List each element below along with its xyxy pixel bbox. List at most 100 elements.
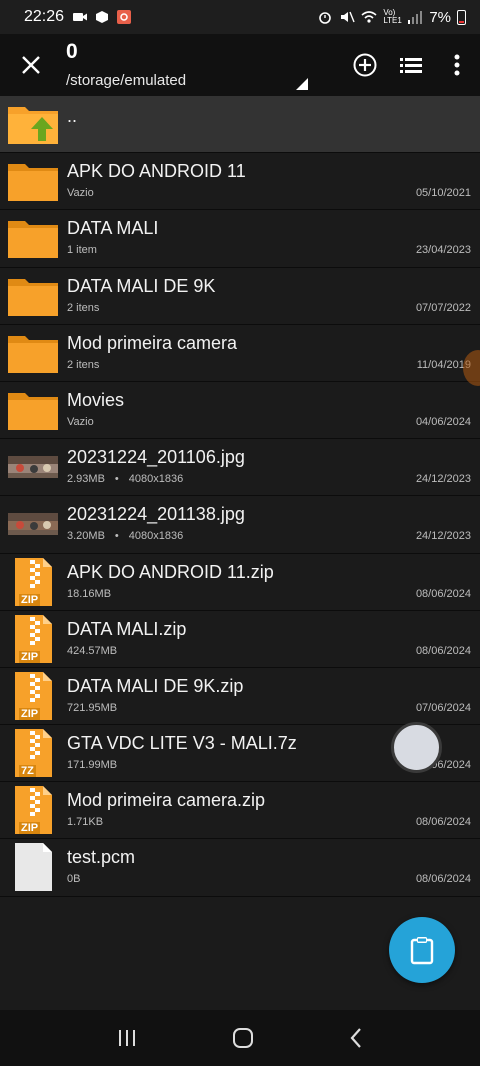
floating-assistive-button[interactable] xyxy=(391,722,442,773)
close-icon xyxy=(22,56,40,74)
more-options-button[interactable] xyxy=(434,34,480,96)
archive-icon: ZIP xyxy=(7,671,59,720)
list-view-icon xyxy=(400,58,422,73)
back-icon[interactable] xyxy=(348,1027,364,1049)
paste-button[interactable] xyxy=(389,917,455,983)
archive-row[interactable]: ZIP DATA MALI DE 9K.zip 721.95MB 07/06/2024 xyxy=(0,668,480,726)
folder-icon xyxy=(7,273,59,319)
close-selection-button[interactable] xyxy=(0,34,62,96)
archive-badge: 7Z xyxy=(19,765,36,778)
meta-separator: • xyxy=(114,530,119,543)
archive-row[interactable]: ZIP APK DO ANDROID 11.zip 18.16MB 08/06/202… xyxy=(0,554,480,611)
selection-toolbar: 0 /storage/emulated xyxy=(0,34,480,96)
folder-row[interactable]: APK DO ANDROID 11 Vazio 05/10/2021 xyxy=(0,153,480,211)
file-name: DATA MALI DE 9K.zip xyxy=(67,675,244,696)
image-thumbnail xyxy=(7,501,59,547)
file-date: 05/10/2021 xyxy=(415,187,471,200)
status-time: 22:26 xyxy=(24,8,65,25)
archive-row[interactable]: ZIP DATA MALI.zip 424.57MB 08/06/2024 xyxy=(0,611,480,668)
archive-badge: ZIP xyxy=(19,707,41,720)
archive-row[interactable]: ZIP Mod primeira camera.zip 1.71KB 08/06/20… xyxy=(0,782,480,840)
file-date: 08/06/2024 xyxy=(415,873,471,886)
folder-row[interactable]: Movies Vazio 04/06/2024 xyxy=(0,382,480,440)
file-date: 04/06/2024 xyxy=(415,415,471,428)
folder-icon xyxy=(7,330,59,376)
file-name: 20231224_201106.jpg xyxy=(67,447,245,468)
file-meta: 2 itens xyxy=(67,301,100,314)
file-meta: Vazio xyxy=(67,187,94,200)
archive-icon: ZIP xyxy=(7,614,59,663)
file-name: DATA MALI xyxy=(67,218,159,239)
archive-badge: ZIP xyxy=(19,593,41,606)
image-dimensions: 4080x1836 xyxy=(128,530,184,543)
file-meta: 0B xyxy=(67,873,81,886)
navigation-bar xyxy=(0,1010,480,1066)
image-thumbnail xyxy=(7,444,59,490)
file-date: 08/06/2024 xyxy=(415,816,471,829)
current-path: /storage/emulated xyxy=(66,72,187,89)
folder-icon xyxy=(7,215,59,261)
selected-count: 0 xyxy=(66,40,78,63)
network-label: Vo) LTE1 xyxy=(383,8,402,25)
file-date: 23/04/2023 xyxy=(415,244,471,257)
add-circle-icon xyxy=(353,53,377,77)
status-bar: 22:26 Vo) LTE1 7% xyxy=(0,0,480,34)
file-icon xyxy=(7,843,59,892)
image-row[interactable]: 20231224_201138.jpg 3.20MB • 4080x1836 24/12… xyxy=(0,496,480,554)
file-meta: Vazio xyxy=(67,415,94,428)
archive-badge: ZIP xyxy=(19,822,41,835)
path-selector[interactable]: 0 /storage/emulated xyxy=(62,34,342,96)
view-list-button[interactable] xyxy=(388,34,434,96)
file-name: GTA VDC LITE V3 - MALI.7z xyxy=(67,733,297,754)
app-notification-icon xyxy=(117,10,132,24)
file-date: 24/12/2023 xyxy=(415,473,471,486)
more-vert-icon xyxy=(454,54,460,76)
file-meta: 1.71KB xyxy=(67,816,104,829)
file-meta: 2 itens xyxy=(67,358,100,371)
image-dimensions: 4080x1836 xyxy=(128,473,184,486)
file-date: 08/06/2024 xyxy=(415,644,471,657)
battery-icon xyxy=(457,9,466,25)
home-icon[interactable] xyxy=(231,1026,255,1050)
file-meta: 2.93MB • 4080x1836 xyxy=(67,473,183,485)
file-row[interactable]: test.pcm 0B 08/06/2024 xyxy=(0,839,480,897)
file-meta: 171.99MB xyxy=(67,759,118,772)
recent-apps-icon[interactable] xyxy=(116,1028,138,1048)
file-meta: 1 item xyxy=(67,244,97,257)
system-icons: Vo) LTE1 7% xyxy=(317,9,466,26)
clipboard-icon xyxy=(410,937,434,965)
file-size: 3.20MB xyxy=(67,530,105,543)
add-button[interactable] xyxy=(342,34,388,96)
archive-badge: ZIP xyxy=(19,650,41,663)
archive-icon: ZIP xyxy=(7,557,59,606)
folder-row[interactable]: Mod primeira camera 2 itens 11/04/2019 xyxy=(0,325,480,382)
file-name: Movies xyxy=(67,389,125,410)
file-meta: 721.95MB xyxy=(67,701,118,714)
image-row[interactable]: 20231224_201106.jpg 2.93MB • 4080x1836 24/12… xyxy=(0,439,480,497)
file-name: 20231224_201138.jpg xyxy=(67,504,245,525)
archive-icon: ZIP xyxy=(7,786,59,835)
hexagon-app-icon xyxy=(96,11,109,23)
file-date: 24/12/2023 xyxy=(415,530,471,543)
file-name: DATA MALI.zip xyxy=(67,618,187,639)
folder-row[interactable]: DATA MALI DE 9K 2 itens 07/07/2022 xyxy=(0,268,480,325)
dropdown-icon xyxy=(296,78,308,90)
wifi-icon xyxy=(361,11,377,23)
archive-icon: 7Z xyxy=(7,729,59,778)
folder-row[interactable]: DATA MALI 1 item 23/04/2023 xyxy=(0,210,480,268)
file-name: APK DO ANDROID 11 xyxy=(67,161,246,182)
mute-icon xyxy=(341,11,355,23)
file-size: 2.93MB xyxy=(67,473,105,486)
notification-icons xyxy=(72,10,132,24)
file-meta: 424.57MB xyxy=(67,644,118,657)
file-date: 07/07/2022 xyxy=(415,301,471,314)
alarm-icon xyxy=(319,12,332,24)
parent-directory-row[interactable]: .. xyxy=(0,96,480,154)
file-name: test.pcm xyxy=(67,847,136,868)
video-icon xyxy=(73,13,88,21)
file-name: DATA MALI DE 9K xyxy=(67,275,216,296)
folder-icon xyxy=(7,387,59,433)
meta-separator: • xyxy=(114,473,119,486)
folder-icon xyxy=(7,158,59,204)
parent-directory-label: .. xyxy=(67,106,78,126)
